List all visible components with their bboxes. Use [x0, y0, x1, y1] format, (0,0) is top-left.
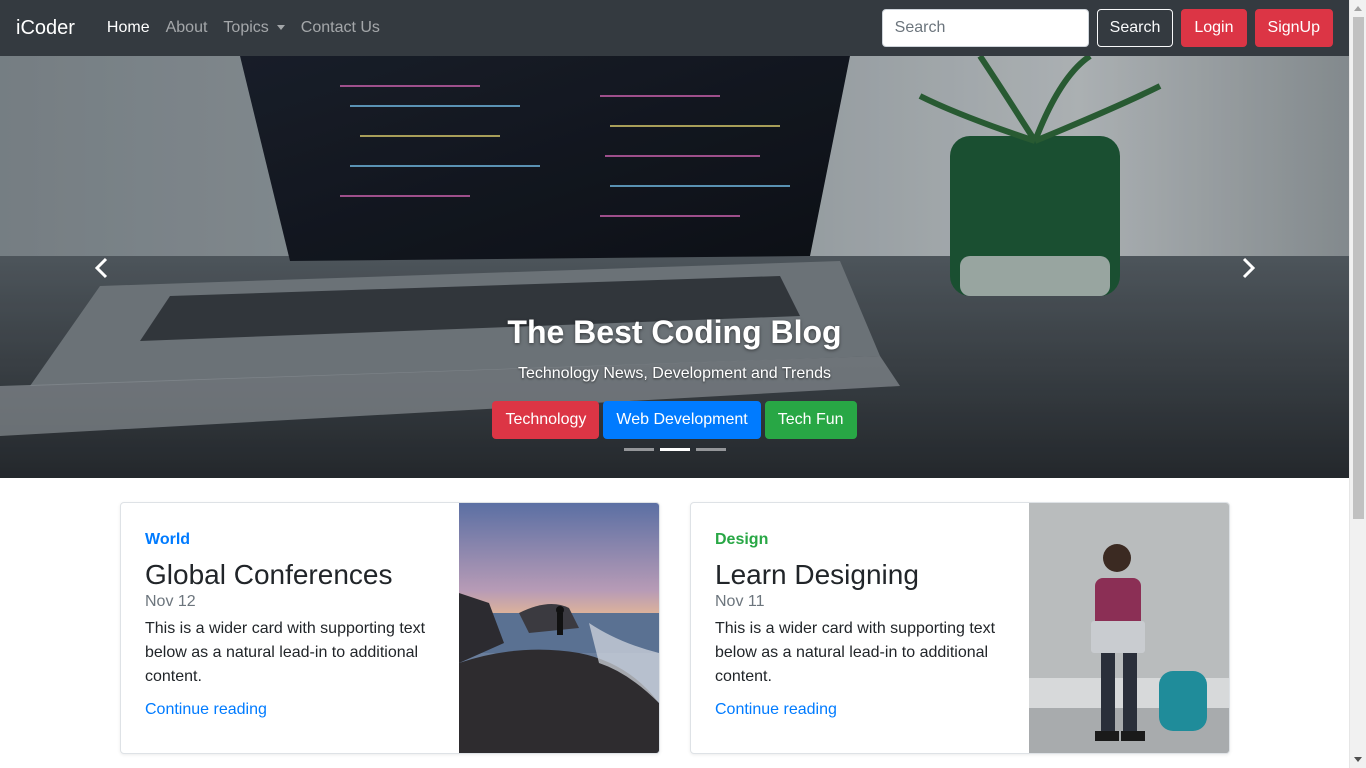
card-date: Nov 11 — [715, 593, 765, 610]
scroll-up-icon[interactable] — [1354, 6, 1362, 11]
nav-links: Home About Topics Contact Us — [99, 11, 388, 45]
card-image — [1029, 503, 1229, 753]
card-learn-designing: Design Learn Designing Nov 11 This is a … — [690, 502, 1230, 754]
continue-reading-link[interactable]: Continue reading — [715, 701, 837, 719]
page-scrollbar[interactable] — [1349, 0, 1366, 768]
card-text: This is a wider card with supporting tex… — [145, 620, 426, 685]
card-category: World — [145, 531, 191, 548]
scroll-thumb[interactable] — [1353, 17, 1364, 519]
navbar: iCoder Home About Topics Contact Us Sear… — [0, 0, 1349, 56]
tech-fun-button[interactable]: Tech Fun — [764, 401, 857, 439]
chevron-right-icon — [1242, 257, 1256, 279]
carousel-indicator-1[interactable] — [623, 448, 654, 451]
card-title: Global Conferences — [145, 559, 393, 590]
card-body: World Global Conferences Nov 12 This is … — [121, 503, 459, 753]
carousel-caption: The Best Coding Blog Technology News, De… — [0, 314, 1349, 439]
seascape-image — [459, 503, 659, 753]
carousel-indicators — [0, 448, 1349, 451]
signup-button[interactable]: SignUp — [1254, 9, 1333, 47]
carousel-indicator-2[interactable] — [659, 448, 690, 451]
card-date: Nov 12 — [145, 593, 196, 610]
search-button[interactable]: Search — [1096, 9, 1174, 47]
caret-down-icon — [276, 25, 285, 31]
card-category: Design — [715, 531, 769, 548]
card-text: This is a wider card with supporting tex… — [715, 620, 996, 685]
nav-actions: Search Login SignUp — [881, 9, 1333, 47]
technology-button[interactable]: Technology — [492, 401, 600, 439]
carousel-indicator-3[interactable] — [695, 448, 726, 451]
login-button[interactable]: Login — [1181, 9, 1247, 47]
brand-logo[interactable]: iCoder — [16, 17, 75, 40]
hero-carousel: The Best Coding Blog Technology News, De… — [0, 56, 1349, 478]
chevron-left-icon — [94, 257, 108, 279]
card-global-conferences: World Global Conferences Nov 12 This is … — [120, 502, 660, 754]
carousel-subtitle: Technology News, Development and Trends — [517, 365, 832, 382]
carousel-prev-button[interactable] — [92, 256, 112, 280]
card-image — [459, 503, 659, 753]
carousel-next-button[interactable] — [1238, 256, 1258, 280]
carousel-title: The Best Coding Blog — [507, 314, 842, 350]
card-title: Learn Designing — [715, 559, 919, 590]
continue-reading-link[interactable]: Continue reading — [145, 701, 267, 719]
search-input[interactable] — [881, 9, 1089, 47]
carousel-buttons: Technology Web Development Tech Fun — [0, 401, 1349, 439]
nav-link-about[interactable]: About — [158, 11, 216, 45]
card-body: Design Learn Designing Nov 11 This is a … — [691, 503, 1029, 753]
web-development-button[interactable]: Web Development — [603, 401, 761, 439]
student-laptop-image — [1029, 503, 1229, 753]
nav-link-topics[interactable]: Topics — [215, 11, 292, 45]
scroll-down-icon[interactable] — [1354, 757, 1362, 762]
nav-link-contact[interactable]: Contact Us — [293, 11, 388, 45]
nav-link-topics-label: Topics — [223, 19, 269, 36]
nav-link-home[interactable]: Home — [99, 11, 158, 45]
